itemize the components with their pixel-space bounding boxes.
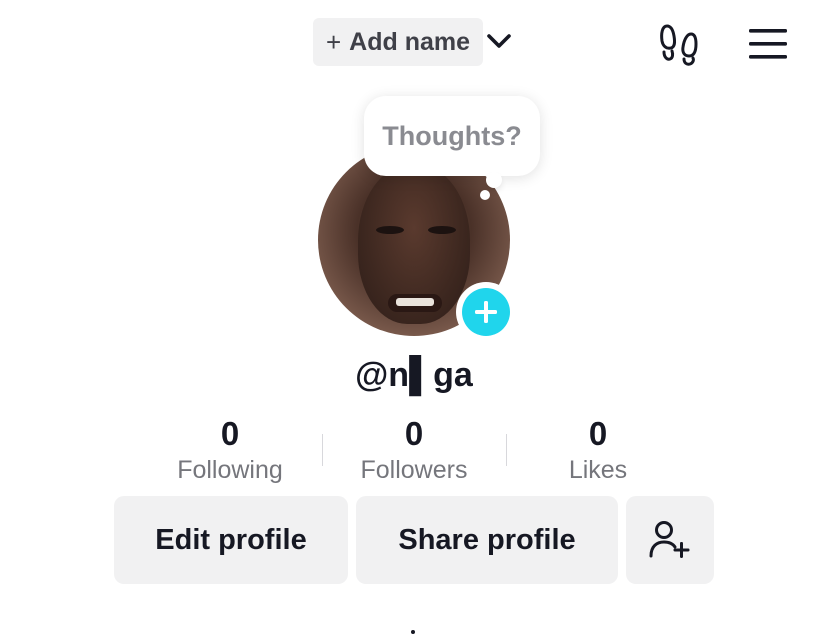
stat-followers[interactable]: 0 Followers [322,414,506,494]
avatar-eye-left [376,226,404,234]
stats-row: 0 Following 0 Followers 0 Likes [138,414,690,494]
stats-divider [322,434,323,466]
add-friend-button[interactable] [626,496,714,584]
footprint-icon[interactable] [658,22,702,66]
stat-likes[interactable]: 0 Likes [506,414,690,494]
stats-divider [506,434,507,466]
avatar-add-button[interactable] [456,282,516,342]
share-profile-button[interactable]: Share profile [356,496,618,584]
stat-likes-value: 0 [588,415,608,452]
username: @n▌ga [355,356,473,394]
bottom-dot [411,630,415,634]
add-user-icon [649,521,690,558]
thoughts-bubble-tail [486,172,502,188]
stat-followers-value: 0 [404,415,424,452]
add-name-plus: + [325,26,342,57]
hamburger-menu-icon[interactable] [747,27,789,61]
chevron-down-icon[interactable] [484,26,514,56]
edit-profile-button[interactable]: Edit profile [114,496,348,584]
profile-page: + Add name Thoughts? @n▌ga 0 Following 0… [0,0,828,638]
stat-following[interactable]: 0 Following [138,414,322,494]
stat-likes-label: Likes [568,456,628,484]
stat-followers-label: Followers [360,456,468,484]
avatar-eye-right [428,226,456,234]
thoughts-bubble[interactable]: Thoughts? [364,96,540,176]
plus-circle-icon [462,288,510,336]
avatar-teeth [396,298,434,306]
add-name-button[interactable]: + Add name [313,18,483,66]
add-name-label: Add name [349,27,471,56]
stat-following-value: 0 [220,415,240,452]
stat-following-label: Following [177,456,283,484]
thoughts-bubble-dot [480,190,490,200]
